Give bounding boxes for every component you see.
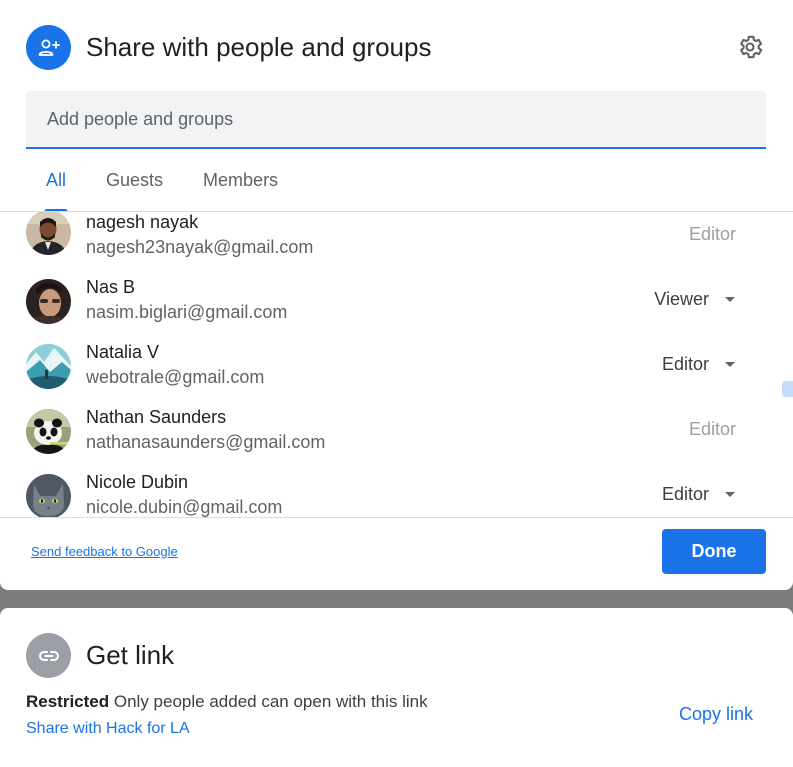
person-row: Natalia V webotrale@gmail.com Editor (0, 342, 793, 407)
avatar (26, 474, 71, 517)
caret-down-icon[interactable] (725, 297, 735, 302)
caret-down-icon[interactable] (725, 362, 735, 367)
person-name: Natalia V (86, 342, 160, 362)
person-email: nagesh23nayak@gmail.com (86, 237, 314, 257)
share-dialog: Share with people and groups All Guests … (0, 0, 793, 590)
send-feedback-link[interactable]: Send feedback to Google (31, 544, 178, 559)
person-add-icon (26, 25, 71, 70)
person-email: nathanasaunders@gmail.com (86, 432, 326, 452)
get-link-title: Get link (86, 640, 175, 670)
caret-down-icon[interactable] (725, 492, 735, 497)
avatar (26, 212, 71, 255)
person-row: nagesh nayak nagesh23nayak@gmail.com Edi… (0, 212, 793, 277)
person-name: Nas B (86, 277, 136, 297)
person-row: Nas B nasim.biglari@gmail.com Viewer (0, 277, 793, 342)
person-row: Nathan Saunders nathanasaunders@gmail.co… (0, 407, 793, 472)
link-icon (26, 633, 71, 678)
gear-icon[interactable] (735, 32, 765, 62)
role-dropdown[interactable]: Editor (662, 482, 709, 506)
share-tabs: All Guests Members (26, 160, 298, 212)
avatar (26, 409, 71, 454)
person-email: nasim.biglari@gmail.com (86, 302, 288, 322)
people-list[interactable]: nagesh nayak nagesh23nayak@gmail.com Edi… (0, 212, 793, 517)
tab-all[interactable]: All (26, 160, 86, 212)
person-email: nicole.dubin@gmail.com (86, 497, 283, 517)
role-label: Editor (688, 419, 736, 439)
person-name: Nathan Saunders (86, 407, 227, 427)
list-divider (0, 517, 793, 518)
share-with-org-link[interactable]: Share with Hack for LA (26, 718, 190, 740)
dialog-title: Share with people and groups (86, 32, 432, 62)
scrollbar-thumb[interactable] (782, 381, 793, 397)
restriction-description: Only people added can open with this lin… (113, 692, 428, 711)
add-people-input[interactable] (26, 91, 766, 149)
restriction-line: Restricted Only people added can open wi… (26, 691, 428, 713)
person-email: webotrale@gmail.com (86, 367, 265, 387)
role-label: Editor (688, 224, 736, 244)
copy-link-button[interactable]: Copy link (679, 702, 753, 726)
person-name: nagesh nayak (86, 212, 199, 232)
role-dropdown[interactable]: Viewer (654, 287, 709, 311)
person-name: Nicole Dubin (86, 472, 189, 492)
avatar (26, 344, 71, 389)
get-link-panel[interactable]: Get link Restricted Only people added ca… (0, 608, 793, 767)
role-dropdown[interactable]: Editor (662, 352, 709, 376)
tab-guests[interactable]: Guests (86, 160, 183, 212)
restriction-label: Restricted (26, 692, 110, 711)
person-row: Nicole Dubin nicole.dubin@gmail.com Edit… (0, 472, 793, 517)
done-button[interactable]: Done (662, 529, 766, 574)
avatar (26, 279, 71, 324)
tab-members[interactable]: Members (183, 160, 298, 212)
